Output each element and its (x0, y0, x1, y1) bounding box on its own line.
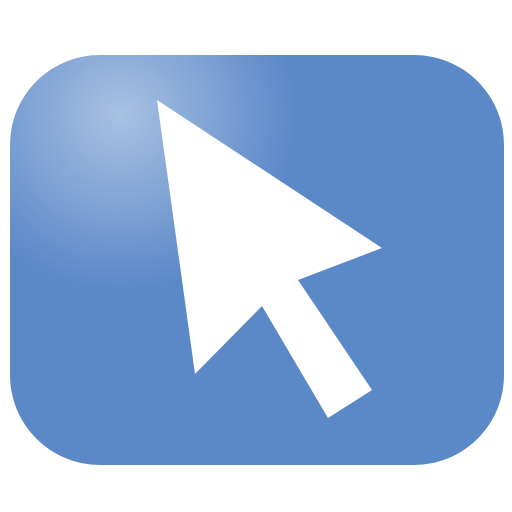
app-icon[interactable] (0, 0, 512, 512)
icon-canvas (0, 0, 512, 512)
